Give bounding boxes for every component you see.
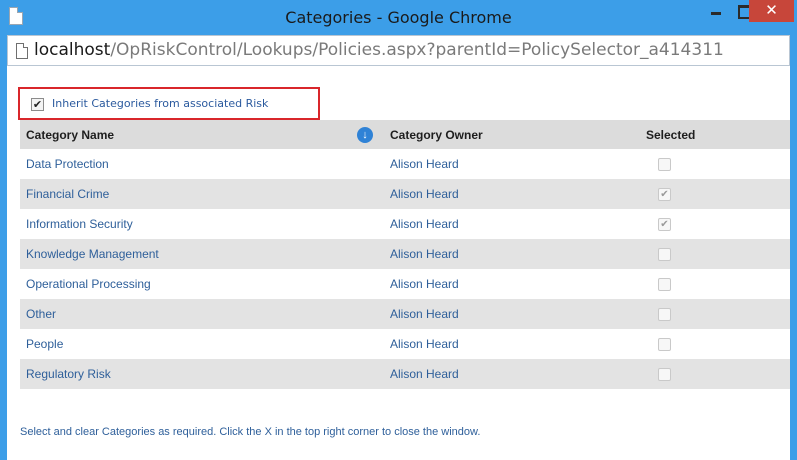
table-row[interactable]: Regulatory Risk Alison Heard: [20, 359, 790, 389]
selected-checkbox[interactable]: [658, 368, 671, 382]
selected-cell: [640, 239, 790, 269]
selected-cell: ✔: [640, 209, 790, 239]
table-row[interactable]: People Alison Heard: [20, 329, 790, 359]
table-row[interactable]: Operational Processing Alison Heard: [20, 269, 790, 299]
inherit-highlight-box: ✔ Inherit Categories from associated Ris…: [18, 87, 320, 120]
url-path: /OpRiskControl/Lookups/Policies.aspx?par…: [110, 40, 724, 60]
window-title: Categories - Google Chrome: [285, 8, 512, 27]
categories-table: Category Name ↓ Category Owner Selected …: [20, 120, 790, 389]
category-name-cell[interactable]: Operational Processing: [20, 269, 384, 299]
selected-checkbox[interactable]: [658, 308, 671, 322]
selected-cell: [640, 299, 790, 329]
category-name-cell[interactable]: Other: [20, 299, 384, 329]
selected-checkbox[interactable]: [658, 338, 671, 352]
header-category-name[interactable]: Category Name ↓: [20, 120, 384, 149]
table-header-row: Category Name ↓ Category Owner Selected: [20, 120, 790, 149]
table-row[interactable]: Information Security Alison Heard ✔: [20, 209, 790, 239]
close-button[interactable]: ✕: [749, 0, 794, 22]
table-row[interactable]: Financial Crime Alison Heard ✔: [20, 179, 790, 209]
category-name-cell[interactable]: People: [20, 329, 384, 359]
category-owner-cell[interactable]: Alison Heard: [384, 209, 640, 239]
table-row[interactable]: Other Alison Heard: [20, 299, 790, 329]
inherit-checkbox[interactable]: ✔: [31, 98, 44, 111]
selected-cell: [640, 149, 790, 179]
content-area-top: [7, 66, 790, 86]
category-owner-cell[interactable]: Alison Heard: [384, 329, 640, 359]
selected-cell: ✔: [640, 179, 790, 209]
selected-cell: [640, 269, 790, 299]
category-name-cell[interactable]: Data Protection: [20, 149, 384, 179]
selected-checkbox[interactable]: [658, 248, 671, 262]
category-owner-cell[interactable]: Alison Heard: [384, 299, 640, 329]
selected-checkbox[interactable]: ✔: [658, 188, 671, 202]
category-name-cell[interactable]: Information Security: [20, 209, 384, 239]
category-owner-cell[interactable]: Alison Heard: [384, 239, 640, 269]
selected-checkbox[interactable]: [658, 278, 671, 292]
close-icon: ✕: [765, 1, 778, 19]
sort-descending-icon[interactable]: ↓: [357, 127, 373, 143]
inherit-label[interactable]: Inherit Categories from associated Risk: [52, 89, 268, 118]
category-name-cell[interactable]: Knowledge Management: [20, 239, 384, 269]
table-row[interactable]: Data Protection Alison Heard: [20, 149, 790, 179]
page-icon: [16, 43, 28, 59]
category-name-cell[interactable]: Financial Crime: [20, 179, 384, 209]
url-text[interactable]: localhost/OpRiskControl/Lookups/Policies…: [34, 36, 724, 65]
category-owner-cell[interactable]: Alison Heard: [384, 149, 640, 179]
address-bar[interactable]: localhost/OpRiskControl/Lookups/Policies…: [7, 35, 790, 66]
title-bar[interactable]: Categories - Google Chrome ✕: [0, 0, 797, 35]
minimize-button[interactable]: [703, 0, 729, 22]
header-category-name-label: Category Name: [26, 127, 115, 142]
selected-checkbox[interactable]: ✔: [658, 218, 671, 232]
instructions-text: Select and clear Categories as required.…: [20, 426, 481, 438]
selected-cell: [640, 329, 790, 359]
header-selected[interactable]: Selected: [640, 120, 790, 149]
selected-cell: [640, 359, 790, 389]
selected-checkbox[interactable]: [658, 158, 671, 172]
header-category-owner[interactable]: Category Owner: [384, 120, 640, 149]
category-owner-cell[interactable]: Alison Heard: [384, 359, 640, 389]
category-owner-cell[interactable]: Alison Heard: [384, 269, 640, 299]
url-host: localhost: [34, 40, 111, 60]
table-row[interactable]: Knowledge Management Alison Heard: [20, 239, 790, 269]
category-name-cell[interactable]: Regulatory Risk: [20, 359, 384, 389]
category-owner-cell[interactable]: Alison Heard: [384, 179, 640, 209]
